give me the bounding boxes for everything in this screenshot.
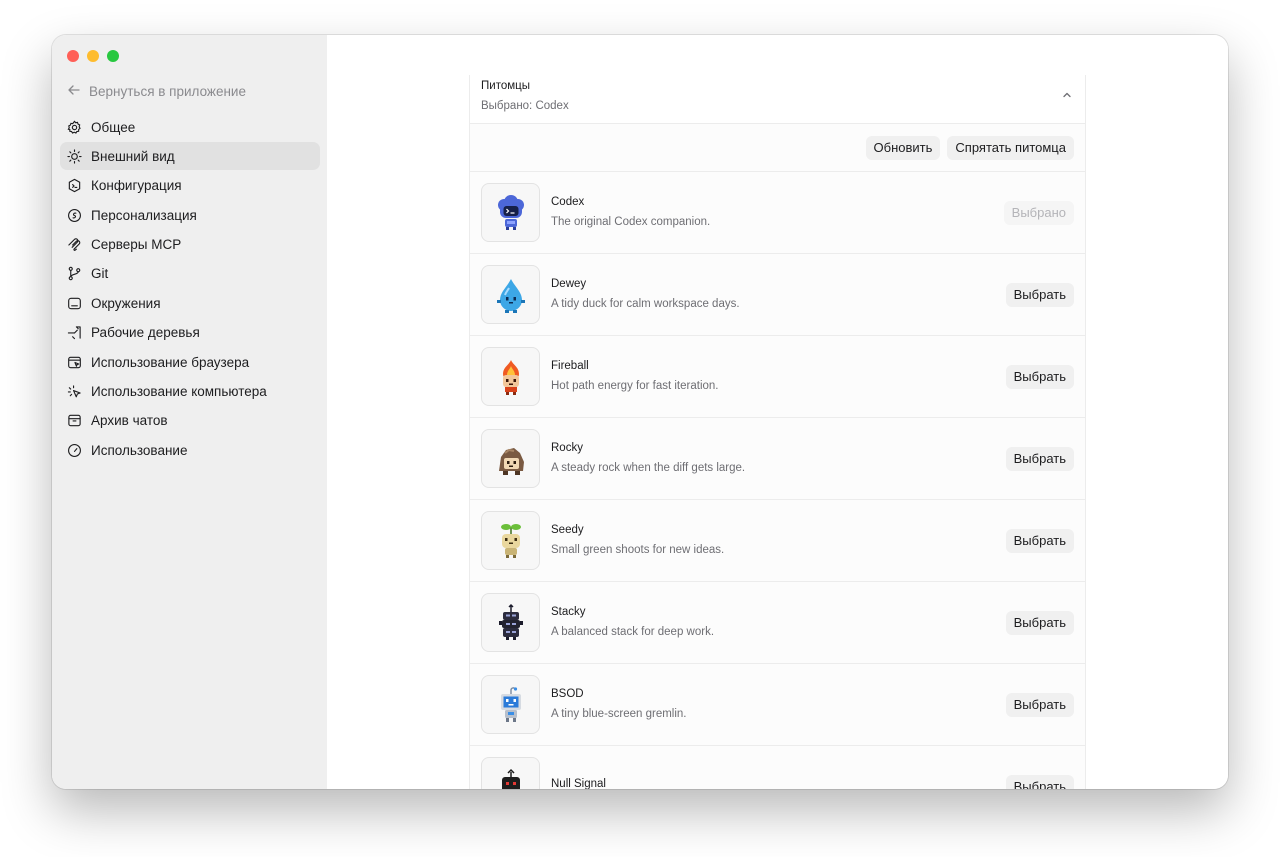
pet-description: Hot path energy for fast iteration. xyxy=(551,380,719,392)
pet-row-rocky: Rocky A steady rock when the diff gets l… xyxy=(470,418,1085,500)
window-controls xyxy=(67,50,119,62)
pet-description: A tidy duck for calm workspace days. xyxy=(551,298,740,310)
pet-name: Seedy xyxy=(551,524,584,536)
sidebar-item-label: Использование компьютера xyxy=(91,384,267,400)
pet-name: Fireball xyxy=(551,360,589,372)
sidebar-item-label: Внешний вид xyxy=(91,148,175,164)
sidebar-item-label: Окружения xyxy=(91,295,161,311)
minimize-window-button[interactable] xyxy=(87,50,99,62)
sidebar-item-label: Использование xyxy=(91,442,188,458)
pet-name: BSOD xyxy=(551,688,584,700)
sidebar-item-label: Использование браузера xyxy=(91,354,250,370)
pet-row-null-signal: Null Signal Выбрать xyxy=(470,746,1085,789)
pets-actions: Обновить Спрятать питомца xyxy=(470,124,1085,172)
panel-title: Питомцы xyxy=(481,80,530,92)
sidebar-item-browser-use[interactable]: Использование браузера xyxy=(60,348,320,376)
personalization-icon xyxy=(67,208,82,223)
pets-panel: Питомцы Выбрано: Codex Обновить Спрятать… xyxy=(469,75,1086,789)
sidebar-item-label: Общее xyxy=(91,119,136,135)
sun-icon xyxy=(67,149,82,164)
worktree-icon xyxy=(67,325,82,340)
hide-pet-button[interactable]: Спрятать питомца xyxy=(947,135,1074,160)
pet-description: A steady rock when the diff gets large. xyxy=(551,462,746,474)
sidebar-item-computer-use[interactable]: Использование компьютера xyxy=(60,378,320,406)
pet-description: A balanced stack for deep work. xyxy=(551,626,715,638)
pet-description: The original Codex companion. xyxy=(551,216,711,228)
sidebar-item-label: Архив чатов xyxy=(91,413,168,429)
pet-name: Stacky xyxy=(551,606,586,618)
pet-row-fireball: Fireball Hot path energy for fast iterat… xyxy=(470,336,1085,418)
computer-use-icon xyxy=(67,384,82,399)
sidebar-item-chat-archive[interactable]: Архив чатов xyxy=(60,407,320,435)
null-signal-pet-icon xyxy=(481,757,540,789)
settings-window: Вернуться в приложение Общее Внешний вид… xyxy=(52,35,1228,789)
sidebar-item-mcp-servers[interactable]: Серверы MCP xyxy=(60,231,320,259)
settings-nav: Общее Внешний вид Конфигурация Персонали… xyxy=(60,113,320,466)
selected-pet-label: Выбрано: Codex xyxy=(481,100,569,112)
chevron-up-icon[interactable] xyxy=(1061,88,1073,100)
select-pet-button[interactable]: Выбрать xyxy=(1005,446,1074,471)
sidebar-item-appearance[interactable]: Внешний вид xyxy=(60,142,320,171)
sidebar-item-general[interactable]: Общее xyxy=(60,113,320,141)
fireball-pet-icon xyxy=(481,347,540,406)
pet-name: Dewey xyxy=(551,278,587,290)
arrow-left-icon xyxy=(67,83,81,100)
select-pet-button[interactable]: Выбрать xyxy=(1005,282,1074,307)
sidebar-item-personalization[interactable]: Персонализация xyxy=(60,201,320,229)
select-pet-button[interactable]: Выбрать xyxy=(1005,610,1074,635)
pet-description: A tiny blue-screen gremlin. xyxy=(551,708,687,720)
config-icon xyxy=(67,178,82,193)
gear-icon xyxy=(67,120,82,135)
bsod-pet-icon xyxy=(481,675,540,734)
sidebar-item-label: Git xyxy=(91,266,109,282)
refresh-button[interactable]: Обновить xyxy=(865,135,941,160)
pet-name: Rocky xyxy=(551,442,583,454)
select-pet-button[interactable]: Выбрать xyxy=(1005,692,1074,717)
select-pet-button[interactable]: Выбрать xyxy=(1005,364,1074,389)
stacky-pet-icon xyxy=(481,593,540,652)
sidebar-item-git[interactable]: Git xyxy=(60,260,320,288)
rocky-pet-icon xyxy=(481,429,540,488)
archive-icon xyxy=(67,413,82,428)
pet-row-bsod: BSOD A tiny blue-screen gremlin. Выбрать xyxy=(470,664,1085,746)
sidebar-item-label: Серверы MCP xyxy=(91,237,182,253)
environment-icon xyxy=(67,296,82,311)
gauge-icon xyxy=(67,443,82,458)
sidebar-item-worktrees[interactable]: Рабочие деревья xyxy=(60,319,320,347)
pet-row-stacky: Stacky A balanced stack for deep work. В… xyxy=(470,582,1085,664)
pet-description: Small green shoots for new ideas. xyxy=(551,544,725,556)
mcp-icon xyxy=(67,237,82,252)
seedy-pet-icon xyxy=(481,511,540,570)
sidebar-item-label: Рабочие деревья xyxy=(91,325,200,341)
dewey-pet-icon xyxy=(481,265,540,324)
close-window-button[interactable] xyxy=(67,50,79,62)
sidebar-item-environments[interactable]: Окружения xyxy=(60,289,320,317)
sidebar: Вернуться в приложение Общее Внешний вид… xyxy=(52,35,327,789)
git-branch-icon xyxy=(67,266,82,281)
pets-panel-header[interactable]: Питомцы Выбрано: Codex xyxy=(470,75,1085,124)
sidebar-item-configuration[interactable]: Конфигурация xyxy=(60,172,320,200)
selected-button: Выбрано xyxy=(1003,200,1074,225)
back-link-label: Вернуться в приложение xyxy=(89,84,246,99)
sidebar-item-usage[interactable]: Использование xyxy=(60,436,320,464)
sidebar-item-label: Персонализация xyxy=(91,207,197,223)
pet-name: Null Signal xyxy=(551,777,606,790)
pet-name: Codex xyxy=(551,196,585,208)
main-content: Питомцы Выбрано: Codex Обновить Спрятать… xyxy=(327,35,1228,789)
browser-icon xyxy=(67,355,82,370)
pet-row-codex: Codex The original Codex companion. Выбр… xyxy=(470,172,1085,254)
sidebar-item-label: Конфигурация xyxy=(91,178,182,194)
select-pet-button[interactable]: Выбрать xyxy=(1005,528,1074,553)
pet-row-dewey: Dewey A tidy duck for calm workspace day… xyxy=(470,254,1085,336)
codex-pet-icon xyxy=(481,183,540,242)
back-to-app-link[interactable]: Вернуться в приложение xyxy=(67,83,246,100)
zoom-window-button[interactable] xyxy=(107,50,119,62)
select-pet-button[interactable]: Выбрать xyxy=(1005,774,1074,789)
pet-row-seedy: Seedy Small green shoots for new ideas. … xyxy=(470,500,1085,582)
